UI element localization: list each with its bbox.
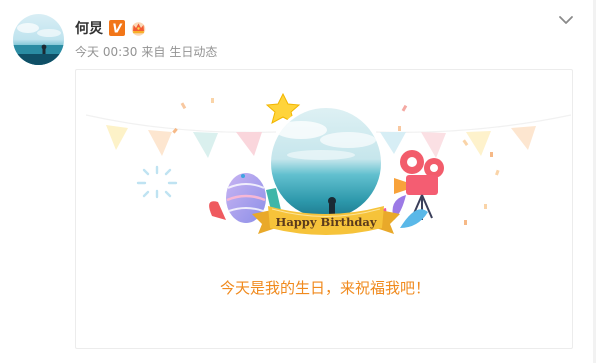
author-name[interactable]: 何炅 xyxy=(75,18,103,38)
post-header: 何炅 V 今天 00:30 来自 生日动态 xyxy=(0,0,596,70)
post-time[interactable]: 今天 00:30 xyxy=(75,43,137,60)
avatar-image xyxy=(13,14,64,65)
source-name[interactable]: 生日动态 xyxy=(169,43,217,60)
post-meta: 今天 00:30 来自 生日动态 xyxy=(75,43,217,60)
source-prefix: 来自 xyxy=(141,45,166,59)
birthday-illustration: Happy Birthday xyxy=(85,92,572,235)
author-avatar[interactable] xyxy=(13,14,64,65)
happy-birthday-text: Happy Birthday xyxy=(275,215,376,229)
birthday-photo xyxy=(268,105,384,221)
crown-icon[interactable] xyxy=(129,20,148,36)
verified-v-icon: V xyxy=(109,20,125,36)
author-row: 何炅 V xyxy=(75,18,148,38)
birthday-card[interactable]: Happy Birthday 今天是我的生日，来祝福我吧！ xyxy=(75,69,573,349)
chevron-down-icon[interactable] xyxy=(557,12,575,26)
card-caption: 今天是我的生日，来祝福我吧！ xyxy=(219,279,430,297)
